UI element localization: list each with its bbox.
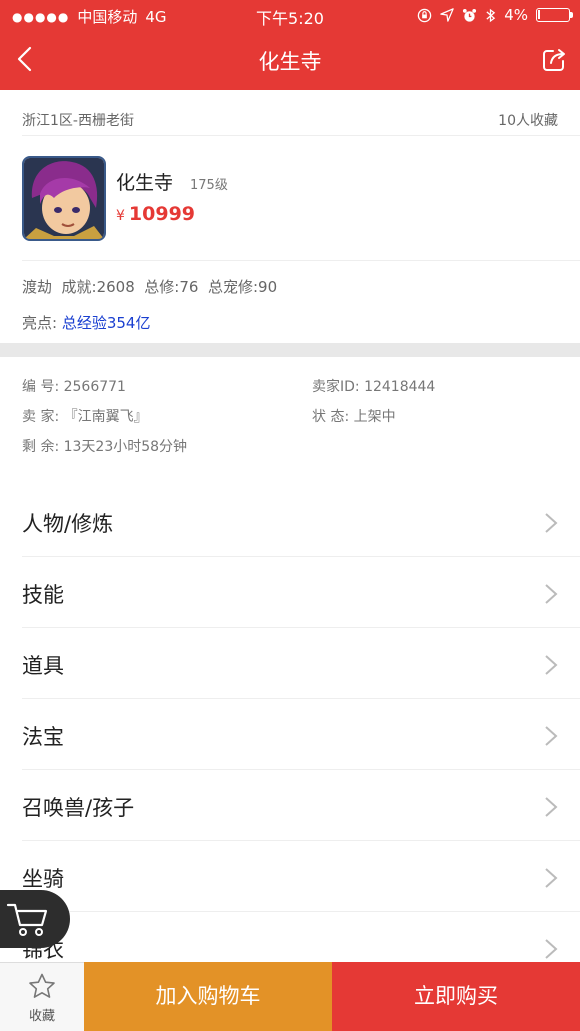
chevron-right-icon: [545, 513, 558, 533]
chevron-right-icon: [545, 868, 558, 888]
highlight-value: 总经验354亿: [61, 314, 151, 332]
chevron-right-icon: [545, 655, 558, 675]
favorite-button[interactable]: 收藏: [0, 962, 84, 1031]
character-level: 175级: [190, 178, 228, 193]
chevron-right-icon: [545, 797, 558, 817]
section-gap: [0, 343, 580, 357]
bottom-action-bar: 收藏 加入购物车 立即购买: [0, 962, 580, 1031]
floating-cart-button[interactable]: [0, 890, 70, 948]
time-remaining: 剩 余: 13天23小时58分钟: [22, 439, 188, 455]
menu-item-label: 召唤兽/孩子: [22, 796, 135, 820]
listing-details: 编 号: 2566771 卖家ID: 12418444 卖 家: 『江南翼飞』 …: [0, 357, 580, 962]
menu-item-skills[interactable]: 技能: [0, 557, 580, 628]
server-location: 浙江1区-西栅老街: [22, 113, 134, 129]
divider: [22, 260, 580, 261]
battery-icon: [536, 8, 573, 22]
page-title: 化生寺: [258, 50, 322, 74]
highlight-row: 亮点: 总经验354亿: [22, 312, 150, 333]
menu-item-label: 技能: [22, 583, 64, 607]
menu-item-label: 法宝: [22, 725, 64, 749]
highlight-label: 亮点:: [22, 314, 62, 332]
divider: [22, 135, 580, 136]
battery-percent: 4%: [504, 6, 528, 24]
status-bar: ●●●●● 中国移动 4G 下午5:20 4%: [0, 0, 580, 30]
menu-item-character[interactable]: 人物/修炼: [0, 486, 580, 557]
menu-item-pets[interactable]: 召唤兽/孩子: [0, 770, 580, 841]
menu-item-label: 人物/修炼: [22, 512, 114, 536]
bluetooth-icon: [486, 8, 496, 22]
buy-now-button[interactable]: 立即购买: [332, 962, 580, 1031]
favorite-label: 收藏: [28, 1009, 55, 1024]
listing-summary: 浙江1区-西栅老街 10人收藏 化生寺 175级 ¥10999 渡劫 成就:26…: [0, 90, 580, 343]
nav-bar: 化生寺: [0, 30, 580, 90]
cart-icon: [6, 903, 48, 936]
listing-id: 编 号: 2566771: [22, 379, 126, 395]
star-icon: [29, 973, 55, 998]
character-stats: 渡劫 成就:2608 总修:76 总宠修:90: [22, 278, 278, 296]
chevron-right-icon: [545, 726, 558, 746]
menu-item-label: 道具: [22, 654, 64, 678]
listing-status: 状 态: 上架中: [312, 409, 396, 425]
menu-item-treasures[interactable]: 法宝: [0, 699, 580, 770]
lock-rotation-icon: [417, 8, 432, 22]
favorites-count: 10人收藏: [498, 113, 558, 129]
chevron-right-icon: [545, 939, 558, 959]
menu-item-mounts[interactable]: 坐骑: [0, 841, 580, 912]
menu-item-label: 坐骑: [22, 867, 64, 891]
location-row: 浙江1区-西栅老街 10人收藏: [22, 110, 558, 130]
price: ¥10999: [116, 203, 195, 225]
top-bar: ●●●●● 中国移动 4G 下午5:20 4% 化生寺: [0, 0, 580, 90]
alarm-icon: [463, 8, 477, 22]
seller-id: 卖家ID: 12418444: [312, 379, 436, 395]
currency-symbol: ¥: [116, 208, 125, 224]
location-arrow-icon: [440, 8, 454, 22]
price-value: 10999: [128, 203, 196, 225]
character-avatar: [22, 156, 106, 241]
seller-name: 卖 家: 『江南翼飞』: [22, 409, 148, 425]
menu-item-items[interactable]: 道具: [0, 628, 580, 699]
share-icon[interactable]: [540, 46, 568, 74]
character-name: 化生寺: [116, 172, 174, 194]
add-to-cart-button[interactable]: 加入购物车: [84, 962, 332, 1031]
chevron-right-icon: [545, 584, 558, 604]
